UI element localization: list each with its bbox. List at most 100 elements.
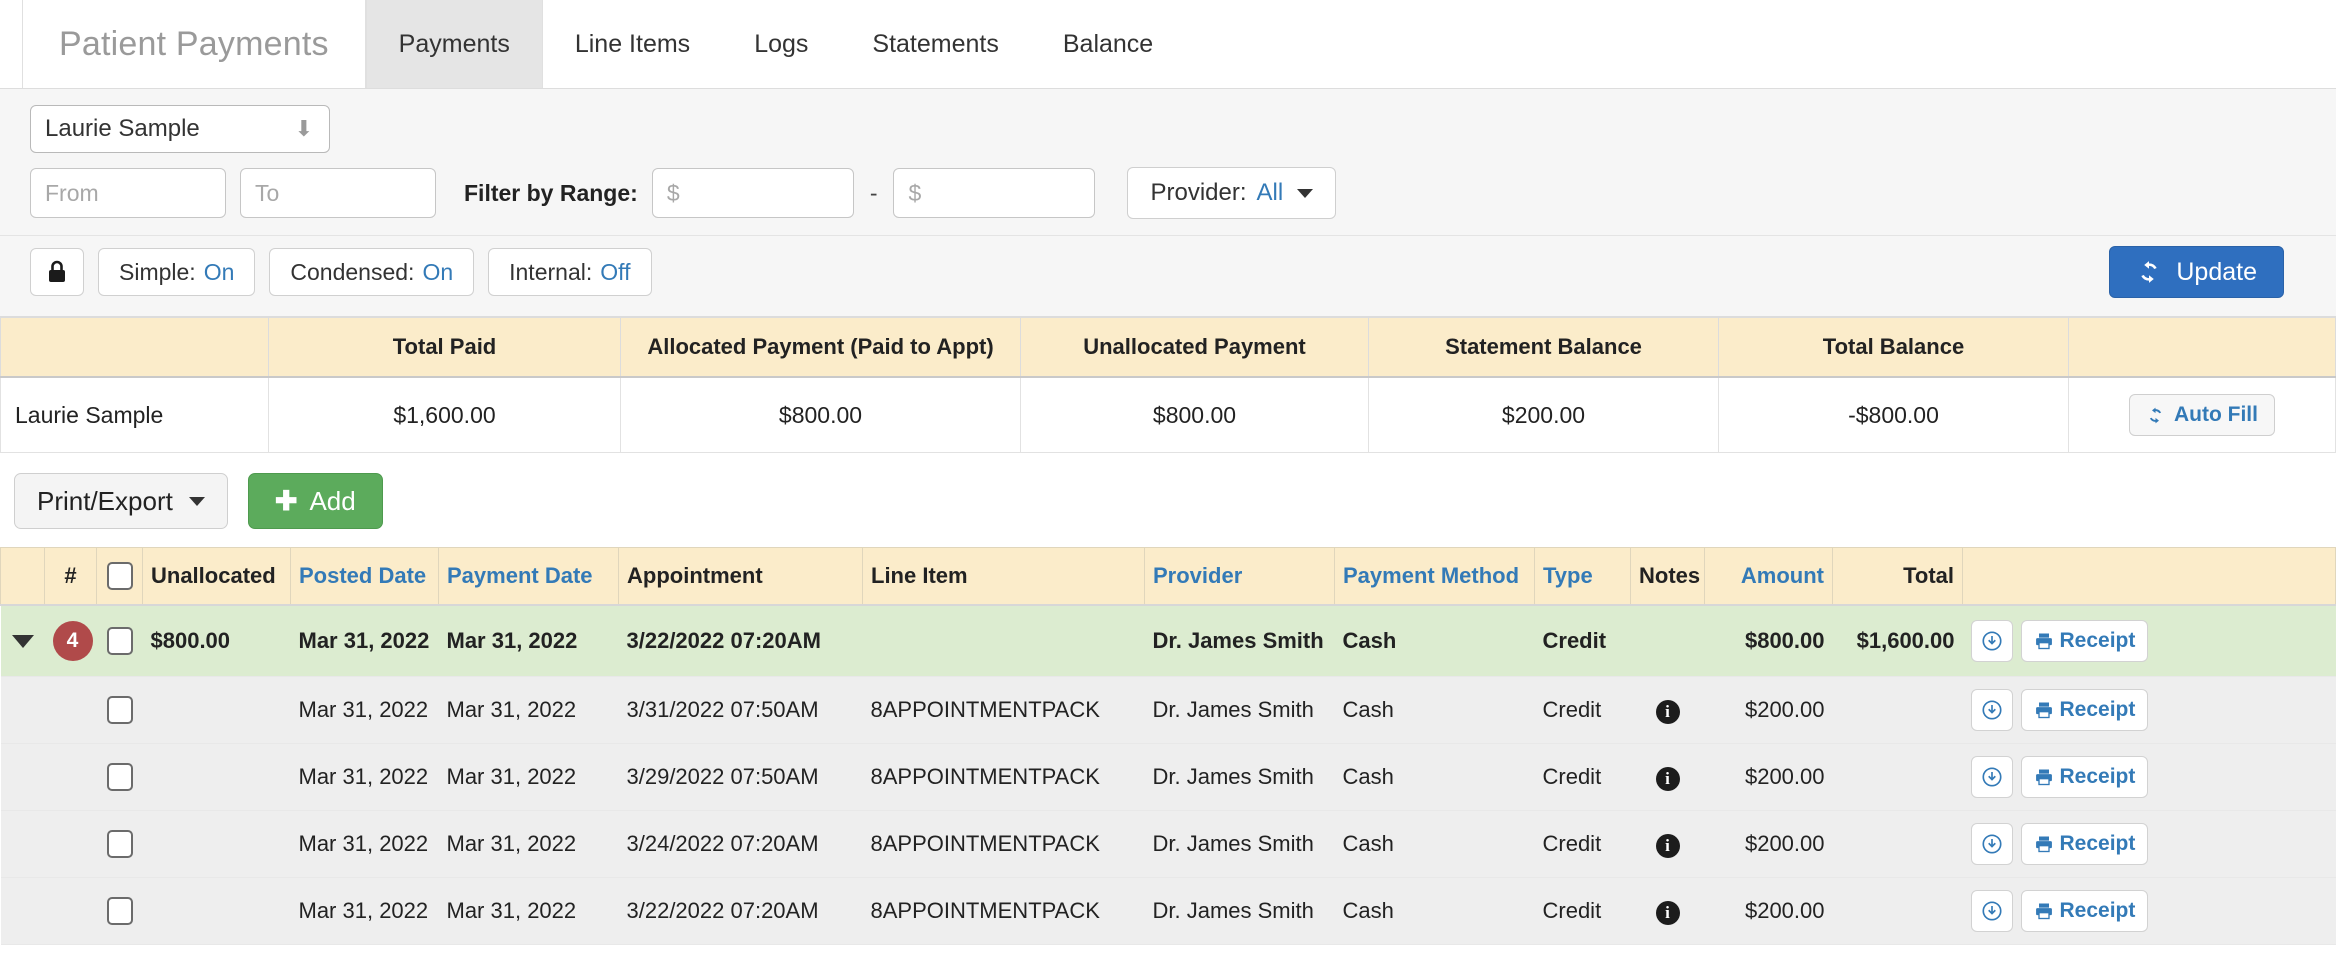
cell-payment-method: Cash [1334, 676, 1535, 745]
download-button[interactable] [1970, 823, 2013, 866]
table-row: Mar 31, 2022 Mar 31, 2022 3/24/2022 07:2… [0, 810, 2336, 879]
row-count-cell [44, 810, 97, 879]
cell-payment-method: Cash [1334, 810, 1535, 879]
range-max-input[interactable] [893, 168, 1096, 218]
info-icon[interactable]: i [1655, 833, 1680, 858]
cell-line-item-link[interactable]: 8APPOINTMENTPACK [862, 877, 1145, 946]
cell-unallocated: $800.00 [142, 605, 291, 678]
print-export-button[interactable]: Print/Export [14, 473, 228, 529]
cell-type: Credit [1534, 743, 1631, 812]
tab-statements[interactable]: Statements [840, 0, 1030, 88]
cell-amount: $200.00 [1704, 743, 1833, 812]
grid-header-provider[interactable]: Provider [1144, 547, 1335, 607]
receipt-label: Receipt [2059, 629, 2136, 653]
row-checkbox[interactable] [106, 627, 133, 656]
add-button[interactable]: ✚ Add [247, 473, 383, 529]
to-date-input[interactable] [240, 168, 436, 218]
update-button-label: Update [2176, 257, 2257, 286]
row-checkbox[interactable] [106, 830, 133, 859]
cell-appointment-link[interactable]: 3/24/2022 07:20AM [618, 810, 863, 879]
internal-toggle-button[interactable]: Internal: Off [488, 248, 652, 296]
lock-toggle-button[interactable] [30, 248, 84, 296]
summary-allocated-payment: $800.00 [620, 377, 1021, 453]
download-button[interactable] [1970, 890, 2013, 933]
simple-label: Simple: [119, 258, 196, 285]
printer-icon [2035, 769, 2052, 786]
tab-statements-label: Statements [872, 29, 999, 58]
internal-label: Internal: [509, 258, 593, 285]
tab-line-items[interactable]: Line Items [543, 0, 722, 88]
download-button[interactable] [1970, 620, 2013, 663]
tab-line-items-label: Line Items [574, 29, 691, 58]
caret-down-icon[interactable] [11, 635, 34, 649]
update-button[interactable]: Update [2109, 246, 2284, 298]
cell-provider: Dr. James Smith [1144, 743, 1335, 812]
from-date-input[interactable] [30, 168, 226, 218]
receipt-button[interactable]: Receipt [2020, 756, 2149, 799]
cell-line-item-link[interactable] [862, 605, 1145, 678]
range-min-input[interactable] [651, 168, 854, 218]
condensed-toggle-button[interactable]: Condensed: On [269, 248, 475, 296]
cell-line-item-link[interactable]: 8APPOINTMENTPACK [862, 810, 1145, 879]
cell-total [1832, 676, 1963, 745]
row-count-cell: 4 [44, 605, 97, 678]
simple-toggle-button[interactable]: Simple: On [98, 248, 256, 296]
receipt-button[interactable]: Receipt [2020, 620, 2149, 663]
select-all-checkbox[interactable] [106, 562, 133, 591]
cell-appointment-link[interactable]: 3/29/2022 07:50AM [618, 743, 863, 812]
patient-select[interactable]: Laurie Sample ⬇ [30, 105, 330, 153]
info-icon[interactable]: i [1655, 766, 1680, 791]
cell-appointment-link[interactable]: 3/22/2022 07:20AM [618, 605, 863, 678]
row-select-cell [96, 605, 143, 678]
cell-payment-date: Mar 31, 2022 [438, 743, 619, 812]
receipt-button[interactable]: Receipt [2020, 890, 2149, 933]
simple-value: On [203, 258, 235, 285]
grid-header-type[interactable]: Type [1534, 547, 1631, 607]
receipt-button[interactable]: Receipt [2020, 823, 2149, 866]
cell-provider: Dr. James Smith [1144, 676, 1335, 745]
cell-notes [1630, 605, 1705, 678]
cell-notes: i [1630, 810, 1705, 879]
row-checkbox[interactable] [106, 696, 133, 725]
info-icon[interactable]: i [1655, 699, 1680, 724]
row-count-cell [44, 743, 97, 812]
grid-header-amount[interactable]: Amount [1704, 547, 1833, 607]
internal-value: Off [600, 258, 631, 285]
range-separator: - [869, 179, 878, 206]
cell-total [1832, 743, 1963, 812]
printer-icon [2035, 633, 2052, 650]
grid-header-posted-date[interactable]: Posted Date [290, 547, 439, 607]
table-row: Mar 31, 2022 Mar 31, 2022 3/22/2022 07:2… [0, 877, 2336, 946]
cell-notes: i [1630, 877, 1705, 946]
grid-header-actions [1962, 547, 2336, 607]
grid-header-unallocated: Unallocated [142, 547, 291, 607]
cell-appointment-link[interactable]: 3/22/2022 07:20AM [618, 877, 863, 946]
download-button[interactable] [1970, 689, 2013, 732]
info-icon[interactable]: i [1655, 900, 1680, 925]
auto-fill-button[interactable]: Auto Fill [2129, 394, 2275, 436]
tab-balance[interactable]: Balance [1031, 0, 1185, 88]
grid-header-line-item: Line Item [862, 547, 1145, 607]
provider-dropdown[interactable]: Provider: All [1127, 167, 1337, 219]
grid-header-payment-date[interactable]: Payment Date [438, 547, 619, 607]
caret-down-icon [188, 496, 205, 506]
cell-line-item-link[interactable]: 8APPOINTMENTPACK [862, 676, 1145, 745]
tab-logs[interactable]: Logs [722, 0, 840, 88]
row-checkbox[interactable] [106, 897, 133, 926]
tab-bar: Patient Payments Payments Line Items Log… [0, 0, 2336, 89]
cell-payment-method: Cash [1334, 743, 1535, 812]
add-button-label: Add [309, 485, 356, 516]
tab-payments[interactable]: Payments [365, 0, 543, 88]
cell-row-actions: Receipt [1962, 743, 2336, 812]
cell-total [1832, 810, 1963, 879]
row-checkbox[interactable] [106, 763, 133, 792]
cell-posted-date: Mar 31, 2022 [290, 676, 439, 745]
expand-cell[interactable] [0, 605, 45, 678]
receipt-button[interactable]: Receipt [2020, 689, 2149, 732]
cell-line-item-link[interactable]: 8APPOINTMENTPACK [862, 743, 1145, 812]
summary-row: Laurie Sample $1,600.00 $800.00 $800.00 … [0, 377, 2336, 453]
download-button[interactable] [1970, 756, 2013, 799]
cell-row-actions: Receipt [1962, 877, 2336, 946]
cell-appointment-link[interactable]: 3/31/2022 07:50AM [618, 676, 863, 745]
grid-header-payment-method[interactable]: Payment Method [1334, 547, 1535, 607]
